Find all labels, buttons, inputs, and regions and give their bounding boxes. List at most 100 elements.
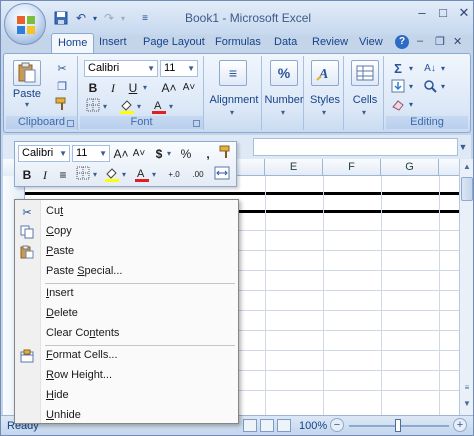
save-icon[interactable] xyxy=(53,10,69,26)
page-break-preview-icon[interactable] xyxy=(277,419,291,432)
column-header-f[interactable]: F xyxy=(323,159,381,176)
mini-bold-button[interactable]: B xyxy=(18,166,36,184)
zoom-in-icon[interactable]: + xyxy=(453,418,467,432)
tab-data[interactable]: Data xyxy=(274,33,297,53)
menu-item-copy[interactable]: Copy xyxy=(15,222,238,242)
zoom-level[interactable]: 100% xyxy=(299,420,327,432)
vertical-scroll-thumb[interactable] xyxy=(461,177,473,201)
format-painter-icon[interactable] xyxy=(54,96,70,112)
tab-home[interactable]: Home xyxy=(51,33,95,54)
workbook-close-button[interactable]: ✕ xyxy=(453,35,462,48)
menu-item-paste[interactable]: Paste xyxy=(15,242,238,262)
normal-view-icon[interactable] xyxy=(243,419,257,432)
mini-font-color-dropdown-icon[interactable]: ▾ xyxy=(149,166,159,184)
borders-dropdown-icon[interactable]: ▾ xyxy=(100,98,110,116)
mini-center-icon[interactable]: ≡ xyxy=(54,166,72,184)
mini-currency-dropdown-icon[interactable]: ▾ xyxy=(164,145,174,163)
maximize-button[interactable]: □ xyxy=(435,5,451,21)
expand-formula-bar-icon[interactable]: ▼ xyxy=(457,138,469,156)
italic-button[interactable]: I xyxy=(104,79,122,97)
mini-increase-decimal-icon[interactable]: +.0 xyxy=(163,166,185,184)
find-select-dropdown-icon[interactable]: ▾ xyxy=(438,78,448,94)
formula-input[interactable] xyxy=(253,138,458,156)
workbook-restore-button[interactable]: ❐ xyxy=(435,35,445,48)
scroll-up-icon[interactable]: ▲ xyxy=(461,160,473,174)
mini-comma-icon[interactable]: , xyxy=(199,145,217,163)
sort-filter-dropdown-icon[interactable]: ▾ xyxy=(438,60,448,76)
clipboard-launcher-icon[interactable] xyxy=(67,120,74,127)
mini-borders-dropdown-icon[interactable]: ▾ xyxy=(90,166,100,184)
page-layout-view-icon[interactable] xyxy=(260,419,274,432)
tab-review[interactable]: Review xyxy=(312,33,348,53)
mini-fill-dropdown-icon[interactable]: ▾ xyxy=(119,166,129,184)
paste-button[interactable]: Paste ▾ xyxy=(8,60,46,109)
alignment-button[interactable]: ≡ xyxy=(214,60,252,88)
mini-format-painter-icon[interactable] xyxy=(217,145,235,163)
fill-down-icon[interactable] xyxy=(390,78,406,94)
autosum-dropdown-icon[interactable]: ▾ xyxy=(406,60,416,76)
zoom-out-icon[interactable]: − xyxy=(330,418,344,432)
font-size-combo[interactable]: 11 ▼ xyxy=(160,60,198,77)
mini-italic-button[interactable]: I xyxy=(36,166,54,184)
gridline xyxy=(265,176,266,415)
clear-dropdown-icon[interactable]: ▾ xyxy=(406,96,416,112)
fill-dropdown-icon[interactable]: ▾ xyxy=(406,78,416,94)
bold-button[interactable]: B xyxy=(84,79,102,97)
zoom-slider-thumb[interactable] xyxy=(395,419,401,432)
split-view-icon[interactable]: ≡ xyxy=(461,381,473,395)
close-button[interactable]: ✕ xyxy=(456,5,472,21)
menu-item-format-cells[interactable]: Format Cells... xyxy=(15,346,238,366)
mini-font-name-combo[interactable]: Calibri ▼ xyxy=(18,145,70,162)
vertical-scrollbar[interactable]: ▲ ≡ ▼ xyxy=(459,159,473,415)
copy-icon[interactable]: ❐ xyxy=(54,78,70,94)
menu-item-hide[interactable]: Hide xyxy=(15,386,238,406)
customize-qat-icon[interactable]: ≡ xyxy=(137,10,153,26)
menu-item-row-height[interactable]: Row Height... xyxy=(15,366,238,386)
scissors-icon[interactable]: ✂ xyxy=(54,60,70,76)
clear-icon[interactable] xyxy=(390,96,406,112)
number-button[interactable]: % xyxy=(265,60,303,88)
mini-font-size-combo[interactable]: 11 ▼ xyxy=(72,145,110,162)
mini-grow-font-button[interactable]: A˄ xyxy=(112,145,130,163)
autosum-icon[interactable]: Σ xyxy=(390,60,406,76)
column-header-g[interactable]: G xyxy=(381,159,439,176)
font-launcher-icon[interactable] xyxy=(193,120,200,127)
column-header-e[interactable]: E xyxy=(265,159,323,176)
fill-color-dropdown-icon[interactable]: ▾ xyxy=(134,98,144,116)
mini-percent-icon[interactable]: % xyxy=(177,145,195,163)
menu-item-delete[interactable]: Delete xyxy=(15,304,238,324)
mini-shrink-font-button[interactable]: A˅ xyxy=(130,145,148,163)
cells-dropdown-icon[interactable]: ▾ xyxy=(362,108,366,117)
paste-icon xyxy=(19,244,35,260)
styles-button[interactable]: A xyxy=(306,60,344,88)
tab-insert[interactable]: Insert xyxy=(99,33,127,53)
sort-filter-icon[interactable]: A↓ xyxy=(422,60,438,76)
menu-item-unhide[interactable]: Unhide xyxy=(15,406,238,426)
tab-page-layout[interactable]: Page Layout xyxy=(143,33,205,53)
mini-merge-center-icon[interactable] xyxy=(213,166,231,184)
menu-item-cut[interactable]: ✂ Cut xyxy=(15,202,238,222)
menu-item-insert[interactable]: Insert xyxy=(15,284,238,304)
mini-decrease-decimal-icon[interactable]: .00 xyxy=(187,166,209,184)
find-select-icon[interactable] xyxy=(422,78,438,94)
menu-item-paste-special[interactable]: Paste Special... xyxy=(15,262,238,282)
shrink-font-button[interactable]: A˅ xyxy=(180,79,198,97)
workbook-minimize-button[interactable]: – xyxy=(417,35,423,47)
tab-formulas[interactable]: Formulas xyxy=(215,33,261,53)
office-button[interactable] xyxy=(4,3,46,45)
alignment-dropdown-icon[interactable]: ▾ xyxy=(230,108,234,117)
minimize-button[interactable]: – xyxy=(414,5,430,21)
font-color-dropdown-icon[interactable]: ▾ xyxy=(166,98,176,116)
number-dropdown-icon[interactable]: ▾ xyxy=(281,108,285,117)
grow-font-button[interactable]: A˄ xyxy=(160,79,178,97)
styles-dropdown-icon[interactable]: ▾ xyxy=(322,108,326,117)
help-icon[interactable]: ? xyxy=(395,35,409,49)
tab-view[interactable]: View xyxy=(359,33,383,53)
font-name-combo[interactable]: Calibri ▼ xyxy=(84,60,158,77)
cells-button[interactable] xyxy=(346,60,384,88)
underline-dropdown-icon[interactable]: ▾ xyxy=(140,79,150,97)
redo-dropdown-icon[interactable]: ▾ xyxy=(115,10,131,26)
scroll-down-icon[interactable]: ▼ xyxy=(461,397,473,411)
paste-dropdown-icon[interactable]: ▾ xyxy=(8,100,46,109)
menu-item-clear-contents[interactable]: Clear Contents xyxy=(15,324,238,344)
